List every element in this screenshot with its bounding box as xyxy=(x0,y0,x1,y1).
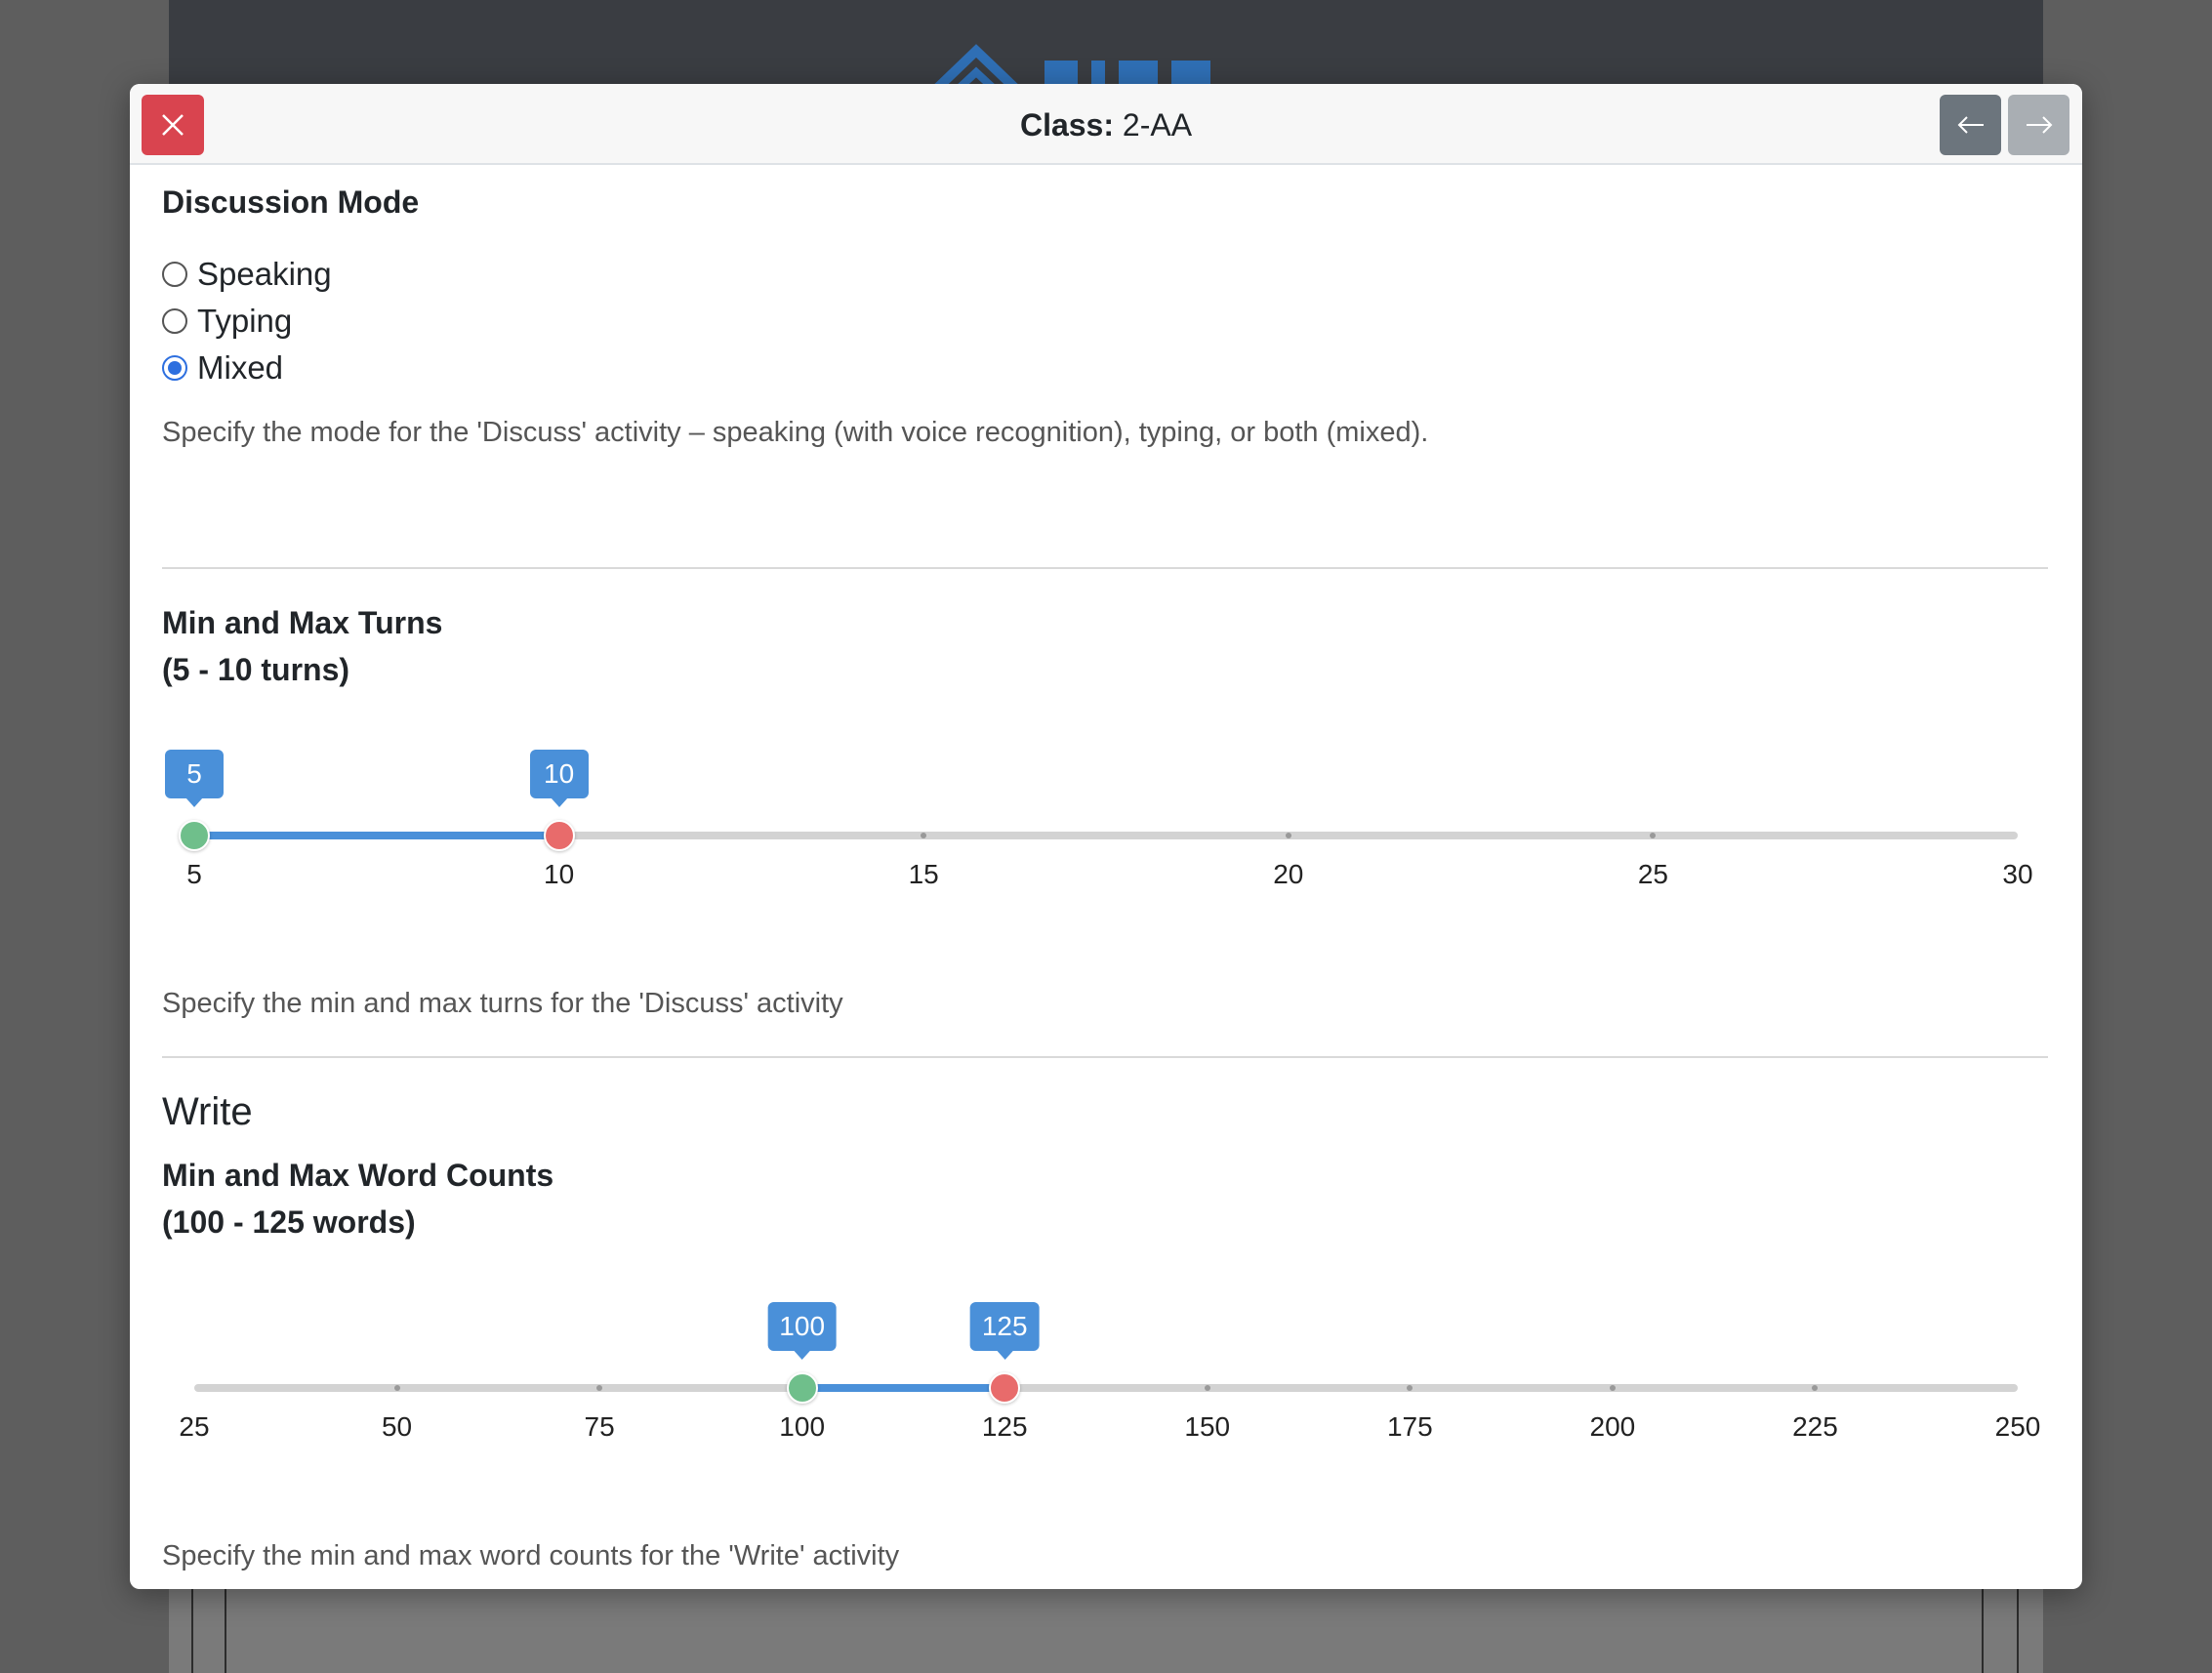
turns-slider-tick xyxy=(921,833,927,838)
write-slider-scale-label: 100 xyxy=(779,1411,826,1442)
word-count-range-text: (100 - 125 words) xyxy=(162,1204,416,1240)
write-slider-tick xyxy=(1407,1385,1413,1391)
write-slider-scale-label: 175 xyxy=(1386,1411,1433,1442)
divider xyxy=(162,1056,2048,1058)
write-slider-scale-label: 200 xyxy=(1589,1411,1636,1442)
turns-slider-tick xyxy=(1650,833,1657,838)
radio-mixed-label: Mixed xyxy=(197,349,284,386)
background-frame-right-inner xyxy=(1982,1581,1984,1673)
write-slider-min-handle[interactable] xyxy=(786,1372,818,1404)
write-slider-min-tooltip: 100 xyxy=(767,1302,838,1360)
turns-slider-scale-label: 25 xyxy=(1637,859,1668,889)
divider xyxy=(162,567,2048,569)
radio-speaking-label: Speaking xyxy=(197,256,332,292)
radio-speaking[interactable]: Speaking xyxy=(162,256,332,293)
turns-slider-min-tooltip: 5 xyxy=(165,750,224,807)
modal-title: Class: 2-AA xyxy=(130,107,2082,143)
modal-body: Discussion Mode Speaking Typing Mixed Sp… xyxy=(130,167,2082,1589)
write-slider-scale-label: 25 xyxy=(179,1411,210,1442)
write-slider-tick xyxy=(1204,1385,1210,1391)
turns-help: Specify the min and max turns for the 'D… xyxy=(162,988,843,1019)
write-slider-tick xyxy=(1609,1385,1616,1391)
write-slider-scale-label: 75 xyxy=(584,1411,615,1442)
arrow-right-icon xyxy=(2026,116,2052,134)
turns-range-text: (5 - 10 turns) xyxy=(162,652,350,687)
write-slider-scale-label: 50 xyxy=(381,1411,413,1442)
radio-typing-control[interactable] xyxy=(162,308,187,334)
discussion-mode-heading: Discussion Mode xyxy=(162,184,420,220)
background-frame-left-inner xyxy=(225,1581,226,1673)
next-button[interactable] xyxy=(2008,95,2069,155)
previous-button[interactable] xyxy=(1940,95,2001,155)
radio-typing[interactable]: Typing xyxy=(162,303,292,340)
arrow-left-icon xyxy=(1957,116,1984,134)
turns-slider-tick xyxy=(1285,833,1291,838)
turns-slider-min-handle[interactable] xyxy=(179,820,210,851)
turns-slider-max-handle[interactable] xyxy=(543,820,575,851)
write-slider-selected-range xyxy=(801,1384,1005,1392)
word-count-help: Specify the min and max word counts for … xyxy=(162,1540,900,1571)
turns-slider-scale-label: 15 xyxy=(908,859,939,889)
radio-mixed-control[interactable] xyxy=(162,355,187,381)
turns-heading: Min and Max Turns xyxy=(162,605,443,640)
write-slider-tick xyxy=(393,1385,400,1391)
write-slider-scale-label: 125 xyxy=(981,1411,1028,1442)
word-count-heading: Min and Max Word Counts xyxy=(162,1158,554,1193)
write-slider-tick xyxy=(1812,1385,1819,1391)
modal-title-label: Class: xyxy=(1019,107,1114,143)
write-slider-max-handle[interactable] xyxy=(989,1372,1021,1404)
turns-slider-max-tooltip: 10 xyxy=(529,750,589,807)
word-count-range-slider[interactable]: 25 50 75 100 125 150 175 200 225 250 100 125 xyxy=(179,1302,2040,1442)
turns-slider-scale-label: 5 xyxy=(186,859,202,889)
write-slider-max-tooltip: 125 xyxy=(969,1302,1040,1360)
background-frame-right xyxy=(2017,1581,2019,1673)
turns-slider-scale-label: 30 xyxy=(2002,859,2033,889)
turns-range-slider[interactable]: 5 10 15 20 25 30 5 10 xyxy=(165,750,2033,889)
turns-slider-selected-range xyxy=(194,832,559,839)
turns-slider-scale-label: 20 xyxy=(1273,859,1304,889)
write-slider-scale-label: 225 xyxy=(1792,1411,1838,1442)
write-slider-scale-label: 150 xyxy=(1184,1411,1231,1442)
modal-title-value: 2-AA xyxy=(1122,107,1193,143)
turns-slider-scale-label: 10 xyxy=(544,859,575,889)
write-slider-scale-label: 250 xyxy=(1994,1411,2041,1442)
radio-mixed[interactable]: Mixed xyxy=(162,349,283,387)
modal-header: Class: 2-AA xyxy=(130,84,2082,165)
discussion-mode-help: Specify the mode for the 'Discuss' activ… xyxy=(162,417,1429,448)
class-settings-modal: Class: 2-AA Discussion Mode Speaking Typ… xyxy=(130,84,2082,1589)
write-section-title: Write xyxy=(162,1090,253,1133)
background-frame-left xyxy=(191,1581,193,1673)
radio-speaking-control[interactable] xyxy=(162,262,187,287)
write-slider-tick xyxy=(596,1385,603,1391)
radio-typing-label: Typing xyxy=(197,303,293,339)
